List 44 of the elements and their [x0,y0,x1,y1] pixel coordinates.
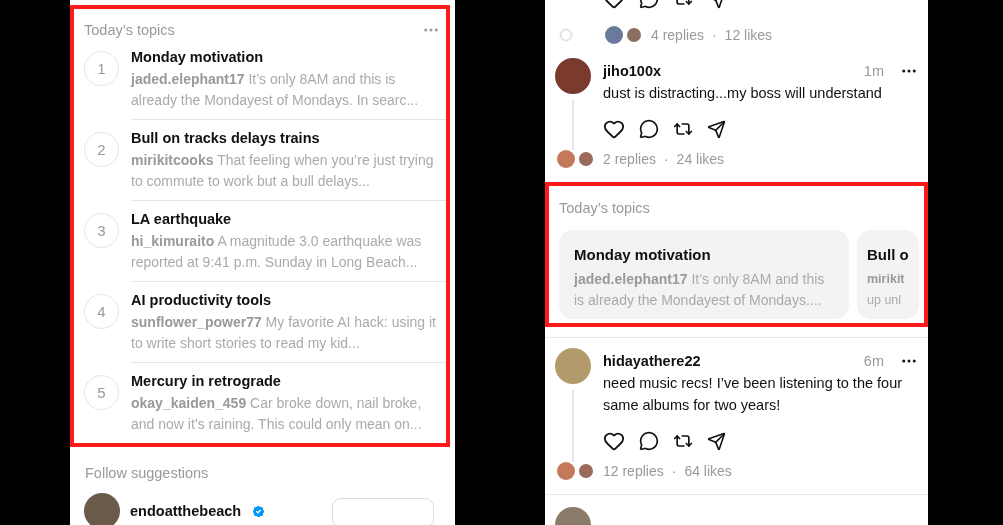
topic-title: Monday motivation [574,246,712,263]
replier-avatar [557,462,575,480]
post-username[interactable]: hidayathere22 [603,353,701,369]
replier-avatar [577,462,595,480]
replier-avatar [577,150,595,168]
topic-snippet: jaded.elephant17 It’s only 8AM and this is already the Mondayest of Mondays.... [574,270,826,310]
separator-dot: · [711,27,717,43]
section-title: Follow suggestions [84,464,210,481]
replier-avatar [557,150,575,168]
topic-card[interactable]: Bull o mirikit up unl [857,230,919,319]
separator-dot: · [663,151,669,167]
section-title: Today’s topics [84,22,175,38]
like-icon[interactable] [603,118,625,140]
post-time: 1m [863,63,884,79]
topic-snippet: sunflower_power77 My favorite AI hack: using it to write short stories to read my kid... [131,313,437,353]
comment-icon[interactable] [639,119,659,139]
topic-title: Bull o [867,246,910,263]
share-icon[interactable] [707,119,726,139]
section-title: Today’s topics [558,199,651,216]
comment-icon[interactable] [639,431,659,451]
topic-snippet: okay_kaiden_459 Car broke down, nail broke, and now it’s raining. This could only mean on... [131,394,423,434]
share-icon[interactable] [707,431,726,451]
thread-end-icon [559,28,573,42]
topic-snippet: mirikitcooks That feeling when you’re just trying to commute to work but a bull delays... [131,151,435,191]
post-text: need music recs! I’ve been listening to the four same albums for two years! [603,374,904,415]
topic-card[interactable]: Monday motivation jaded.elephant17 It’s only 8AM and this is already the Mondayest of Mondays.... [559,230,849,319]
topic-title[interactable]: Monday motivation [131,48,440,66]
replier-avatar [605,26,623,44]
avatar-photo-placeholder[interactable] [555,58,591,94]
replier-avatar [625,26,643,44]
topic-title[interactable]: Mercury in retrograde [131,372,440,390]
avatar-photo-placeholder[interactable] [84,493,120,525]
topic-title[interactable]: AI productivity tools [131,291,440,309]
post-username[interactable]: jiho100x [603,63,662,79]
topic-title[interactable]: LA earthquake [131,210,440,228]
separator-dot: · [671,463,677,479]
topic-title[interactable]: Bull on tracks delays trains [131,129,440,147]
post-time: 6m [863,353,884,369]
topic-snippet: mirikit up unl [867,271,906,309]
topic-snippet: jaded.elephant17 It’s only 8AM and this is already the Mondayest of Mondays. In searc... [131,70,420,110]
topic-snippet: hi_kimuraito A magnitude 3.0 earthquake was reported at 9:41 p.m. Sunday in Long Beach... [131,232,423,272]
suggested-username[interactable]: endoatthebeach [130,503,242,519]
post-text: dust is distracting...my boss will understand [603,84,883,103]
like-icon[interactable] [603,430,625,452]
